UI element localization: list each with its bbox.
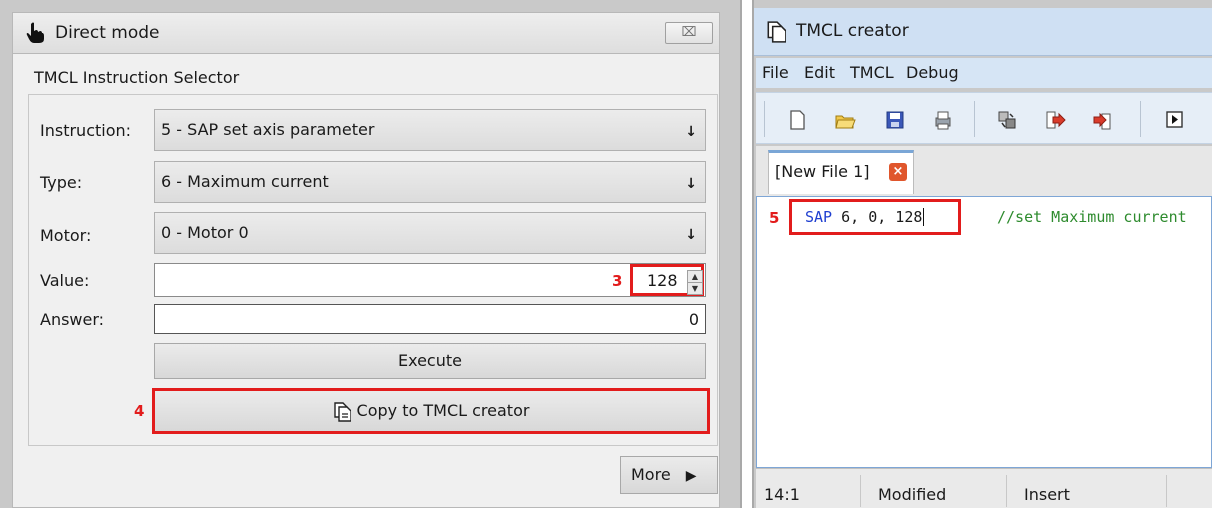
code-comment: //set Maximum current xyxy=(997,208,1187,226)
insert-mode-status: Insert xyxy=(1024,485,1070,504)
chevron-down-icon: ↓ xyxy=(685,124,697,140)
status-bar: 14:1 Modified Insert xyxy=(756,468,1212,508)
execute-button[interactable]: Execute xyxy=(154,343,706,379)
answer-label: Answer: xyxy=(40,310,105,329)
toolbar-separator xyxy=(764,101,765,137)
toolbar-separator xyxy=(1140,101,1141,137)
code-args: 6, 0, 128 xyxy=(832,208,923,226)
menu-edit[interactable]: Edit xyxy=(804,63,835,82)
type-label: Type: xyxy=(40,173,83,192)
execute-label: Execute xyxy=(398,351,462,370)
save-icon[interactable] xyxy=(884,109,906,131)
tmcl-window-title: TMCL creator xyxy=(796,21,909,41)
motor-select[interactable]: 0 - Motor 0 ↓ xyxy=(154,212,706,254)
tmcl-creator-titlebar[interactable]: TMCL creator xyxy=(754,8,1212,56)
play-arrow-icon: ▶ xyxy=(685,468,697,484)
annotation-marker-3: 3 xyxy=(612,272,623,290)
menu-bar: File Edit TMCL Debug xyxy=(756,58,1212,88)
answer-field: 0 xyxy=(154,304,706,334)
type-select[interactable]: 6 - Maximum current ↓ xyxy=(154,161,706,203)
code-line: SAP 6, 0, 128 xyxy=(805,208,925,226)
copy-to-tmcl-button[interactable]: Copy to TMCL creator xyxy=(152,388,710,434)
status-separator xyxy=(1166,475,1167,507)
upload-icon[interactable] xyxy=(1092,109,1114,131)
compile-icon[interactable] xyxy=(996,109,1018,131)
selector-section-title: TMCL Instruction Selector xyxy=(34,68,240,87)
text-cursor xyxy=(923,208,925,226)
modified-status: Modified xyxy=(878,485,947,504)
close-icon: ⌧ xyxy=(681,25,697,40)
copy-label: Copy to TMCL creator xyxy=(356,401,530,420)
annotation-marker-4: 4 xyxy=(134,402,145,420)
motor-value: 0 - Motor 0 xyxy=(161,223,249,242)
hand-pointer-icon xyxy=(26,22,44,43)
annotation-marker-5: 5 xyxy=(769,209,780,227)
tab-label: [New File 1] xyxy=(775,162,870,181)
value-number: 128 xyxy=(647,271,678,290)
answer-value: 0 xyxy=(688,310,699,329)
instruction-value: 5 - SAP set axis parameter xyxy=(161,120,375,139)
run-icon[interactable] xyxy=(1164,109,1186,131)
print-icon[interactable] xyxy=(932,109,954,131)
spin-buttons[interactable]: ▲ ▼ xyxy=(687,270,703,295)
tab-bar: [New File 1] × xyxy=(756,146,1212,196)
open-folder-icon[interactable] xyxy=(834,109,856,131)
menu-debug[interactable]: Debug xyxy=(906,63,959,82)
direct-mode-titlebar[interactable]: Direct mode ⌧ xyxy=(12,12,720,54)
spin-up-icon[interactable]: ▲ xyxy=(688,271,702,283)
more-label: More xyxy=(631,465,671,484)
new-file-icon[interactable] xyxy=(786,109,808,131)
toolbar xyxy=(756,92,1212,144)
value-label: Value: xyxy=(40,271,90,290)
window-title: Direct mode xyxy=(55,23,160,43)
chevron-down-icon: ↓ xyxy=(685,176,697,192)
status-separator xyxy=(860,475,861,507)
code-keyword: SAP xyxy=(805,208,833,226)
spin-down-icon[interactable]: ▼ xyxy=(688,283,702,294)
motor-label: Motor: xyxy=(40,226,92,245)
status-separator xyxy=(1006,475,1007,507)
close-button[interactable]: ⌧ xyxy=(665,22,713,44)
toolbar-separator xyxy=(974,101,975,137)
instruction-label: Instruction: xyxy=(40,121,132,140)
value-spinbox[interactable]: 128 ▲ ▼ xyxy=(630,264,704,296)
copy-document-icon xyxy=(767,21,786,43)
menu-tmcl[interactable]: TMCL xyxy=(850,63,894,82)
code-editor[interactable]: 5 SAP 6, 0, 128 //set Maximum current xyxy=(756,196,1212,468)
download-icon[interactable] xyxy=(1044,109,1066,131)
tab-new-file-1[interactable]: [New File 1] × xyxy=(768,150,914,194)
chevron-down-icon: ↓ xyxy=(685,227,697,243)
instruction-select[interactable]: 5 - SAP set axis parameter ↓ xyxy=(154,109,706,151)
cursor-position: 14:1 xyxy=(764,485,800,504)
more-button[interactable]: More ▶ xyxy=(620,456,718,494)
type-value: 6 - Maximum current xyxy=(161,172,329,191)
tab-close-icon[interactable]: × xyxy=(889,163,907,181)
value-input[interactable] xyxy=(154,263,706,297)
copy-document-icon xyxy=(333,401,352,422)
menu-file[interactable]: File xyxy=(762,63,789,82)
